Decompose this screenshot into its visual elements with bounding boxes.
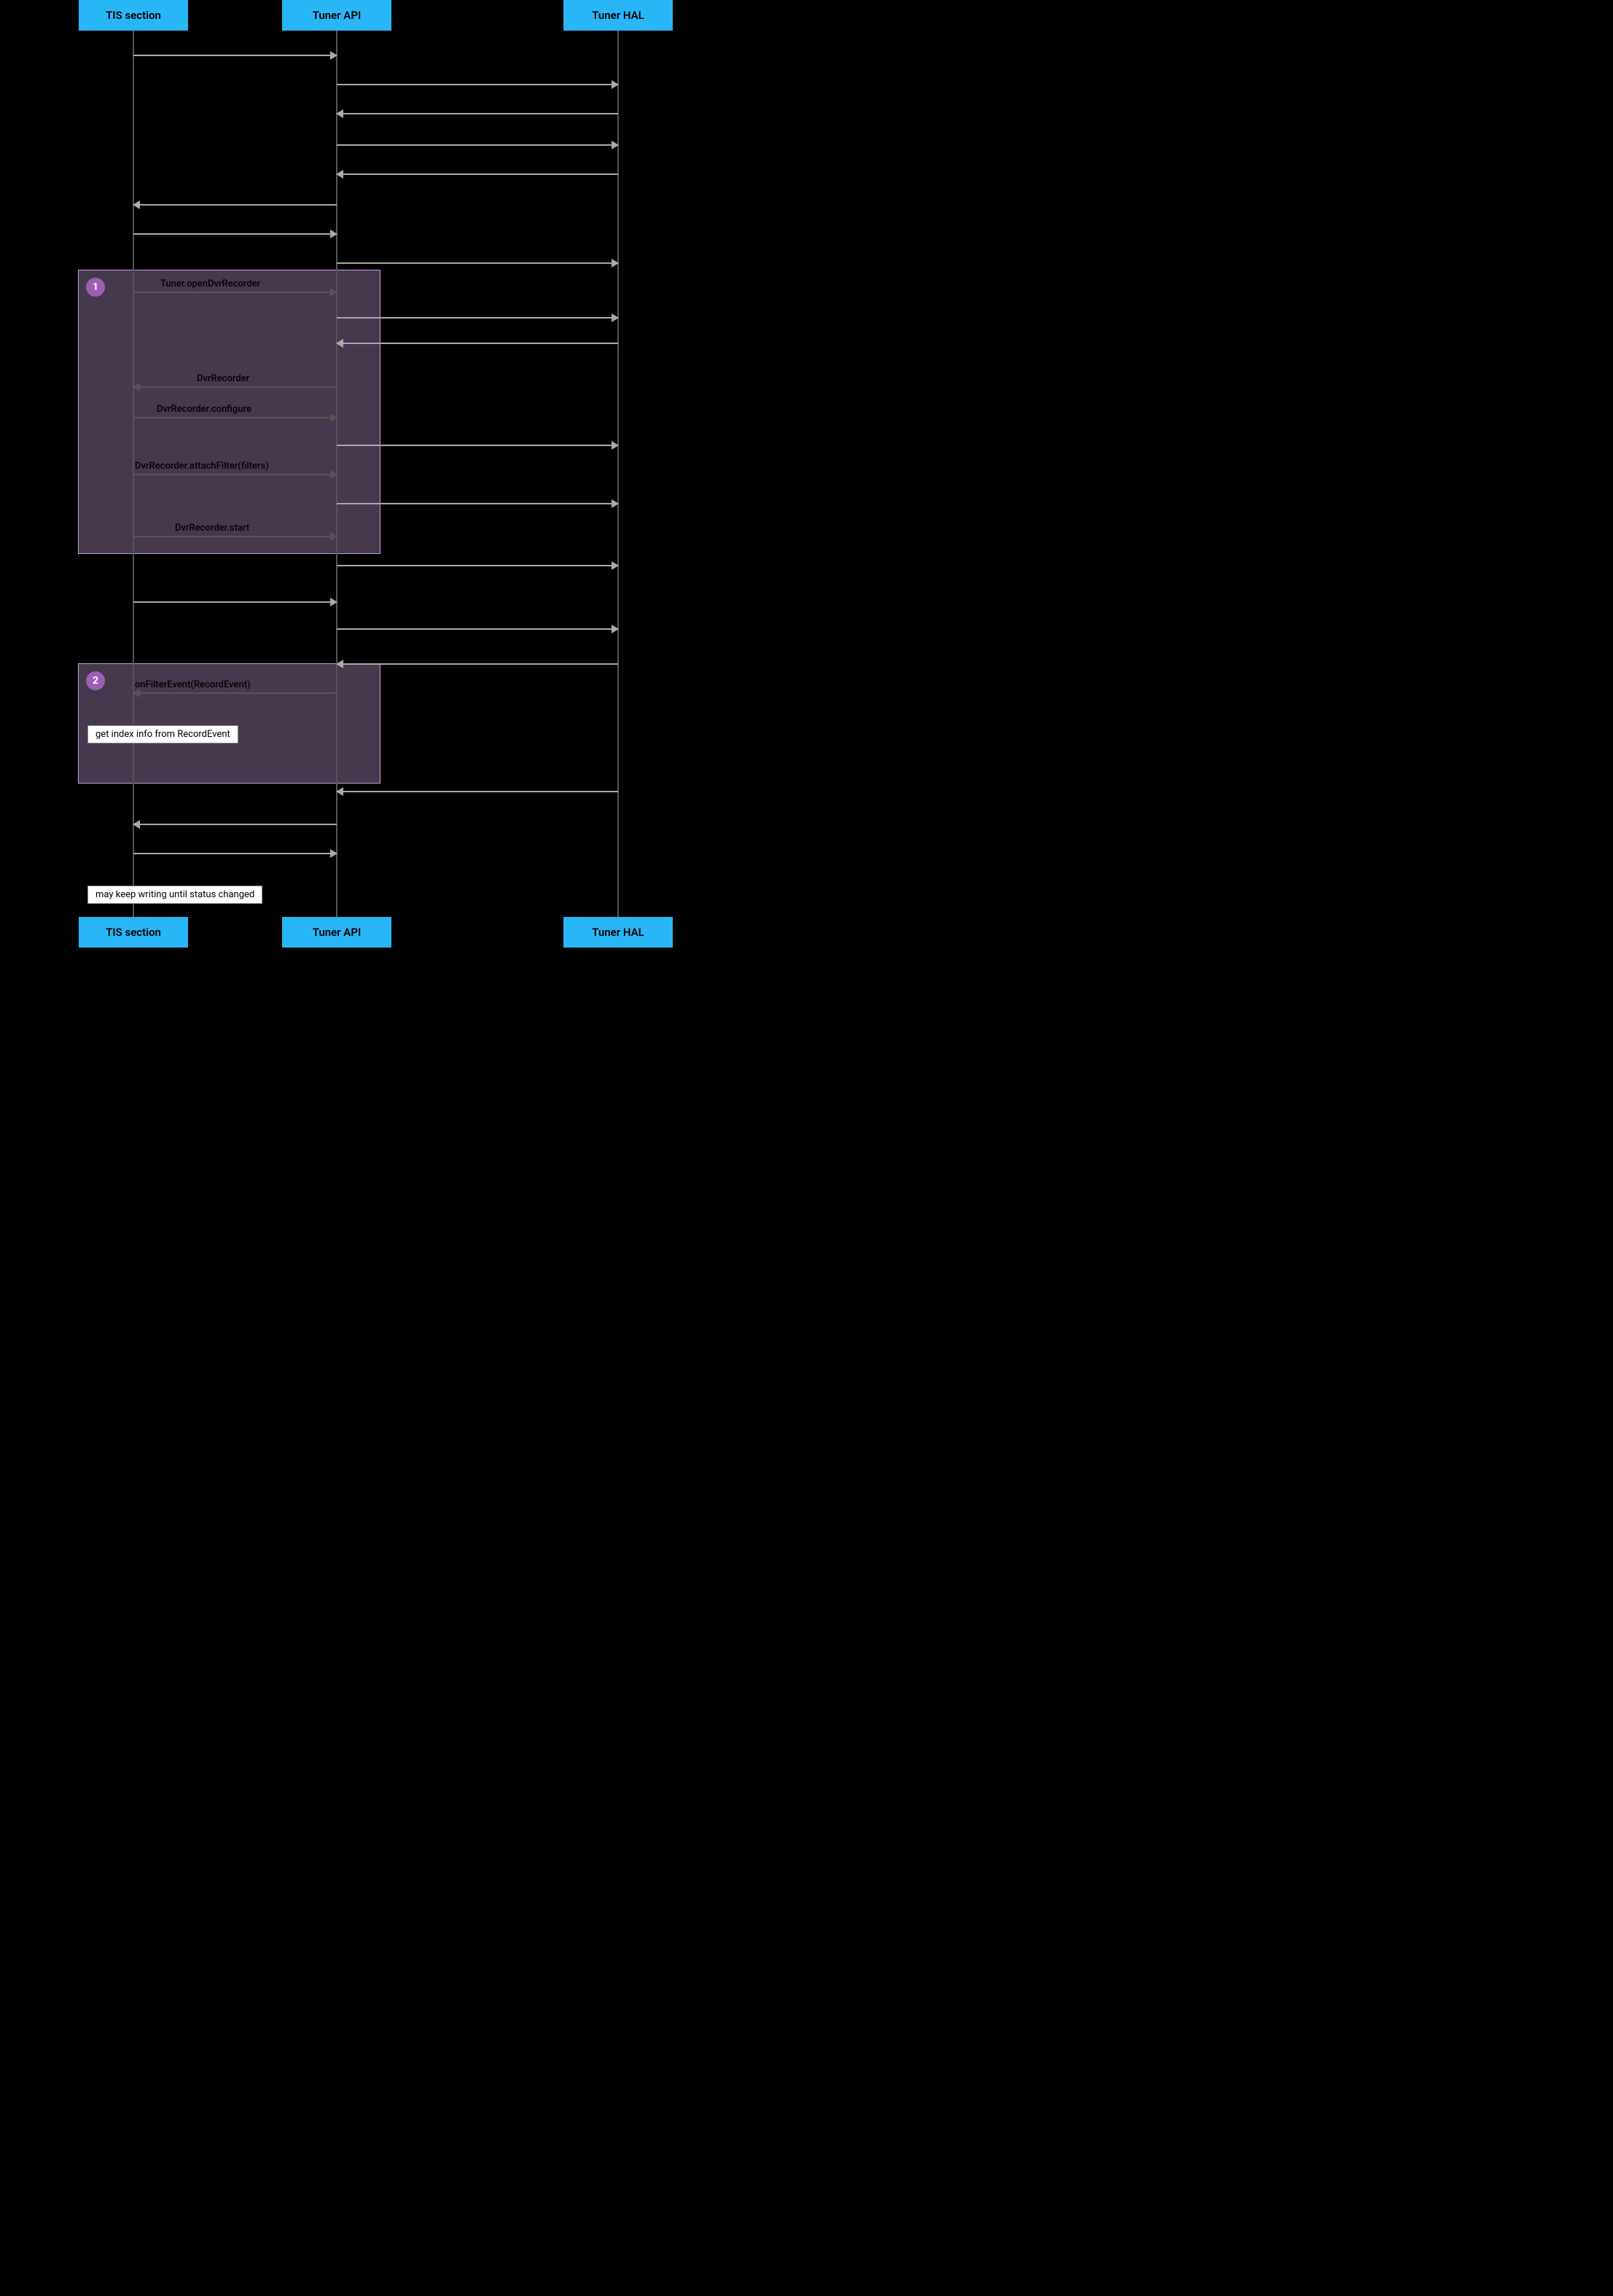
lifeline-header-tis: TIS section [79, 0, 188, 31]
arrow-12-label: DvrRecorder [197, 373, 249, 384]
arrow-21 [337, 663, 618, 665]
arrow-6 [133, 204, 337, 206]
lifeline-header-tunerapi: Tuner API [282, 0, 391, 31]
arrow-15-label: DvrRecorder.attachFilter(filters) [135, 461, 269, 472]
arrow-9 [133, 292, 337, 293]
arrow-25 [133, 853, 337, 854]
arrow-14 [337, 445, 618, 446]
arrow-11 [337, 343, 618, 344]
box-label-get-index: get index info from RecordEvent [87, 725, 238, 743]
fragment-2-number: 2 [86, 671, 105, 690]
arrow-17-label: DvrRecorder.start [175, 523, 249, 534]
arrow-24 [133, 824, 337, 825]
arrow-18 [337, 565, 618, 566]
arrow-7 [133, 233, 337, 235]
fragment-1-number: 1 [86, 278, 105, 297]
lifeline-header-bottom-tunerhal: Tuner HAL [563, 917, 673, 948]
lifeline-tunerhal-line [617, 31, 619, 917]
box-label-keep-writing: may keep writing until status changed [87, 886, 262, 904]
arrow-23 [337, 791, 618, 792]
arrow-22-label: onFilterEvent(RecordEvent) [135, 679, 251, 690]
arrow-22 [133, 692, 337, 694]
lifeline-header-bottom-tunerapi: Tuner API [282, 917, 391, 948]
sequence-diagram: 1 2 TIS section Tuner API Tuner HAL [0, 0, 671, 948]
arrow-1 [133, 55, 337, 56]
arrow-9-label: Tuner.openDvrRecorder [160, 278, 260, 289]
arrow-15 [133, 474, 337, 475]
arrow-12 [133, 386, 337, 388]
arrow-5 [337, 173, 618, 175]
arrow-20 [337, 628, 618, 630]
arrow-13 [133, 417, 337, 418]
arrow-8 [337, 262, 618, 264]
arrow-2 [337, 84, 618, 85]
arrow-19 [133, 601, 337, 603]
arrow-16 [337, 503, 618, 504]
arrow-4 [337, 144, 618, 146]
arrow-3 [337, 113, 618, 114]
arrow-17 [133, 536, 337, 537]
lifeline-header-bottom-tis: TIS section [79, 917, 188, 948]
lifeline-header-tunerhal: Tuner HAL [563, 0, 673, 31]
arrow-13-label: DvrRecorder.configure [157, 404, 251, 415]
arrow-10 [337, 317, 618, 319]
